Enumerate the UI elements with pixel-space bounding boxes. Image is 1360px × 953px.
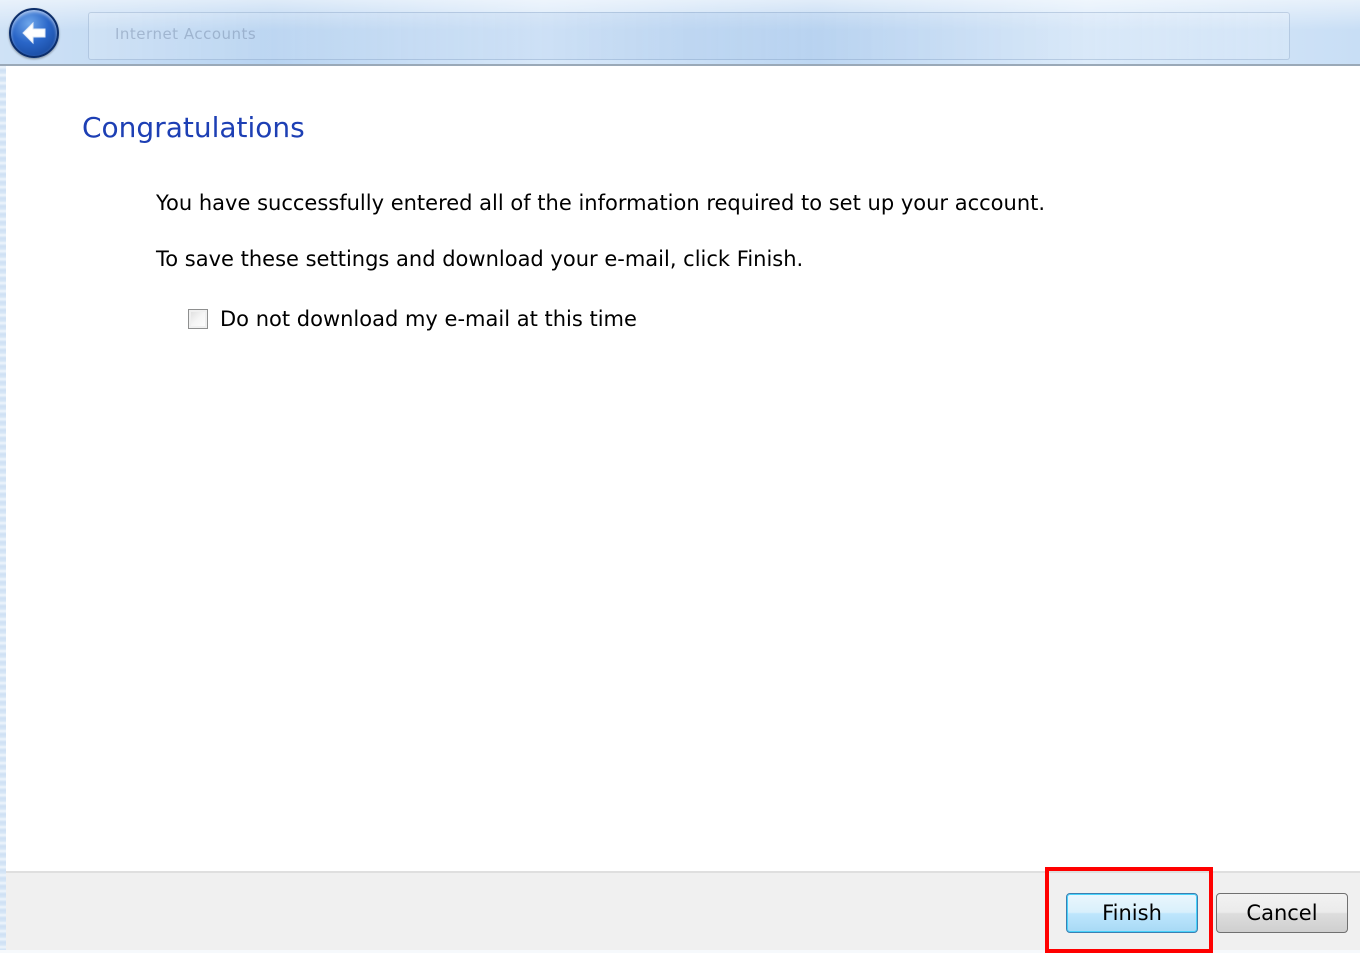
success-message: You have successfully entered all of the… <box>156 191 1046 215</box>
command-bar: Finish Cancel <box>6 871 1360 950</box>
page-title: Congratulations <box>82 111 305 144</box>
do-not-download-label[interactable]: Do not download my e-mail at this time <box>220 307 637 331</box>
back-button[interactable] <box>9 8 59 58</box>
window-title-area: Internet Accounts <box>88 12 1290 60</box>
wizard-content-panel: Congratulations You have successfully en… <box>6 66 1360 871</box>
finish-button[interactable]: Finish <box>1066 893 1198 933</box>
window-title: Internet Accounts <box>115 25 257 43</box>
finish-instruction: To save these settings and download your… <box>156 247 804 271</box>
do-not-download-option[interactable]: Do not download my e-mail at this time <box>188 305 637 333</box>
do-not-download-checkbox[interactable] <box>188 309 208 329</box>
title-bar: Internet Accounts <box>0 0 1360 66</box>
back-arrow-icon <box>22 21 46 45</box>
cancel-button[interactable]: Cancel <box>1216 893 1348 933</box>
